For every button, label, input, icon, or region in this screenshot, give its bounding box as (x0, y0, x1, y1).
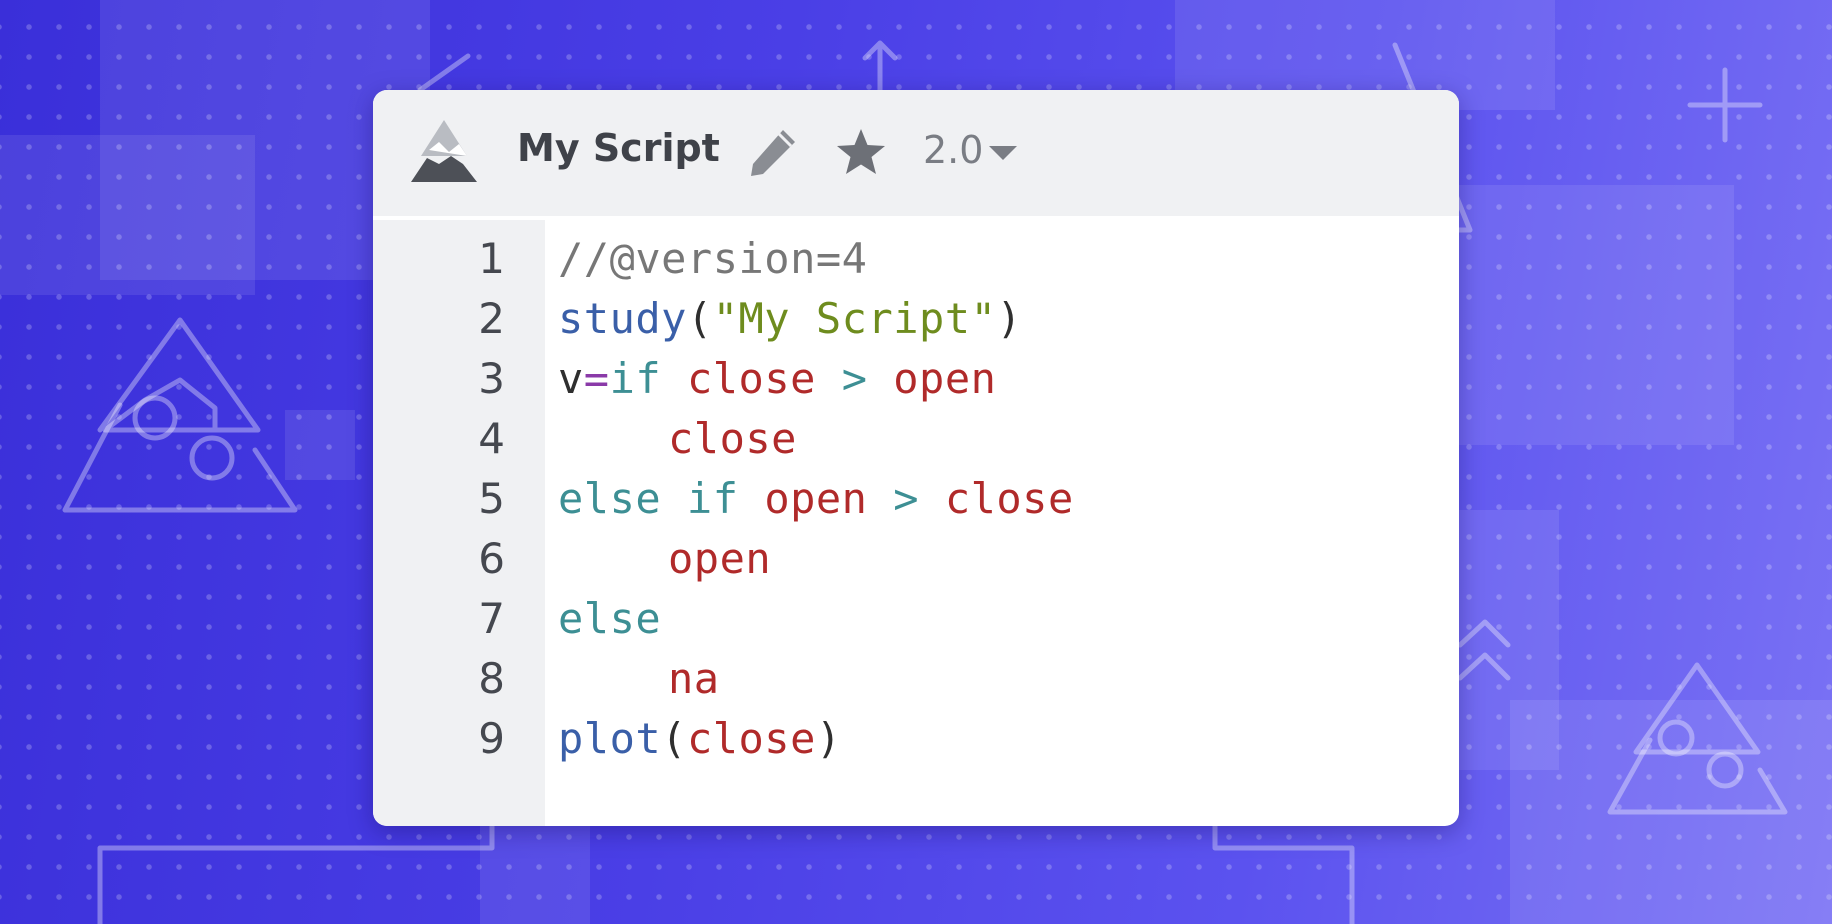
star-icon[interactable] (834, 126, 888, 182)
code-text: else (558, 594, 661, 643)
pencil-icon[interactable] (745, 126, 799, 184)
line-number: 9 (478, 714, 505, 763)
line-number: 5 (478, 474, 505, 523)
line-number: 8 (478, 654, 505, 703)
line-number: 7 (478, 594, 505, 643)
code-line[interactable]: 4 close (373, 406, 1459, 466)
code-token: "My Script" (712, 294, 997, 343)
code-token: ) (996, 294, 1023, 343)
code-text: //@version=4 (558, 234, 867, 283)
line-number: 4 (478, 414, 505, 463)
code-line[interactable]: 1 //@version=4 (373, 226, 1459, 286)
script-editor-window: My Script 2.0 1//@version=4 2 study("My Sc… (373, 90, 1459, 826)
mountain-logo-icon (407, 118, 481, 188)
code-token: close (686, 354, 816, 403)
code-text: na (558, 654, 720, 703)
code-line[interactable]: 7 else (373, 586, 1459, 646)
code-text: plot(close) (558, 714, 842, 763)
code-token: open (668, 534, 772, 583)
code-text: else if open > close (558, 474, 1074, 523)
code-token: open (764, 474, 868, 523)
code-line[interactable]: 3 v=if close > open (373, 346, 1459, 406)
code-token: open (893, 354, 997, 403)
line-number: 2 (478, 294, 505, 343)
code-token: //@version=4 (558, 234, 868, 283)
code-token: close (944, 474, 1074, 523)
chevron-down-icon (989, 146, 1018, 160)
line-number: 3 (478, 354, 505, 403)
editor-toolbar: My Script 2.0 (373, 90, 1459, 220)
code-text: close (558, 414, 797, 463)
code-token: else (558, 594, 662, 643)
code-text: study("My Script") (558, 294, 1022, 343)
code-token: if (609, 354, 662, 403)
code-text: open (558, 534, 771, 583)
code-editor[interactable]: 1//@version=4 2 study("My Script") 3 v=if cl… (373, 220, 1459, 826)
code-token: = (583, 354, 610, 403)
code-line[interactable]: 2 study("My Script") (373, 286, 1459, 346)
code-line[interactable]: 6 open (373, 526, 1459, 586)
script-title: My Script (517, 126, 720, 170)
code-token: v (558, 354, 584, 403)
code-token: ( (661, 714, 687, 763)
code-line[interactable]: 8 na (373, 646, 1459, 706)
version-label: 2.0 (923, 128, 984, 172)
code-line[interactable]: 5 else if open > close (373, 466, 1459, 526)
code-token: else if (558, 474, 739, 523)
code-token: study (558, 294, 687, 343)
code-token: ( (686, 294, 713, 343)
line-number: 6 (478, 534, 505, 583)
code-token: close (686, 714, 816, 763)
code-token: > (867, 474, 945, 523)
code-token: na (668, 654, 720, 703)
line-number: 1 (478, 234, 505, 283)
version-dropdown[interactable]: 2.0 (923, 128, 1018, 172)
code-line[interactable]: 9 plot(close) (373, 706, 1459, 766)
code-token: > (815, 354, 894, 403)
code-token: close (668, 414, 797, 463)
code-token: ) (815, 714, 842, 763)
code-text: v=if close > open (558, 354, 996, 403)
code-token: plot (558, 714, 662, 763)
